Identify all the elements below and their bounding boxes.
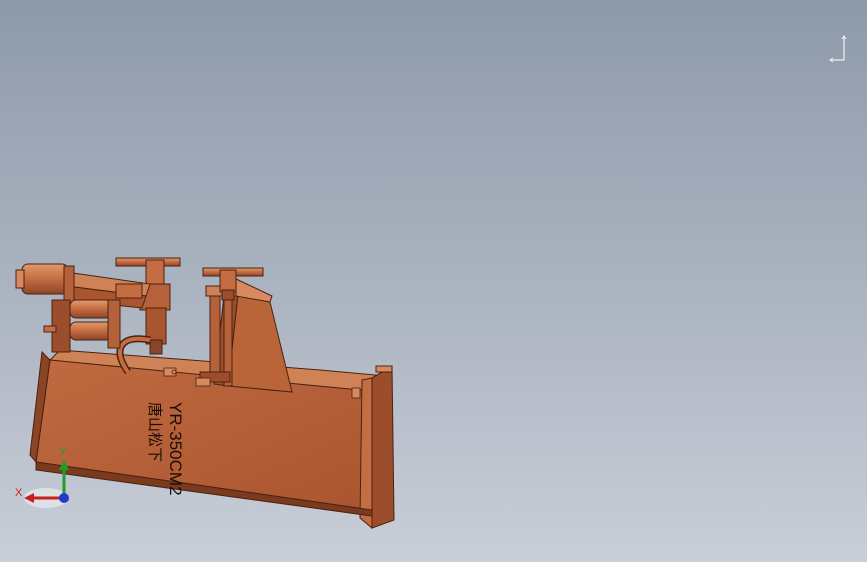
nameplate-line1: 唐山松下 xyxy=(146,402,164,462)
triad-y-label: Y xyxy=(59,446,67,458)
nameplate-line2: YR-350CM2 xyxy=(166,402,185,496)
cad-viewport[interactable]: 唐山松下 YR-350CM2 Y X xyxy=(0,0,867,562)
spot-welder-model[interactable]: 唐山松下 YR-350CM2 Y X xyxy=(0,0,867,562)
triad-x-label: X xyxy=(15,487,23,499)
